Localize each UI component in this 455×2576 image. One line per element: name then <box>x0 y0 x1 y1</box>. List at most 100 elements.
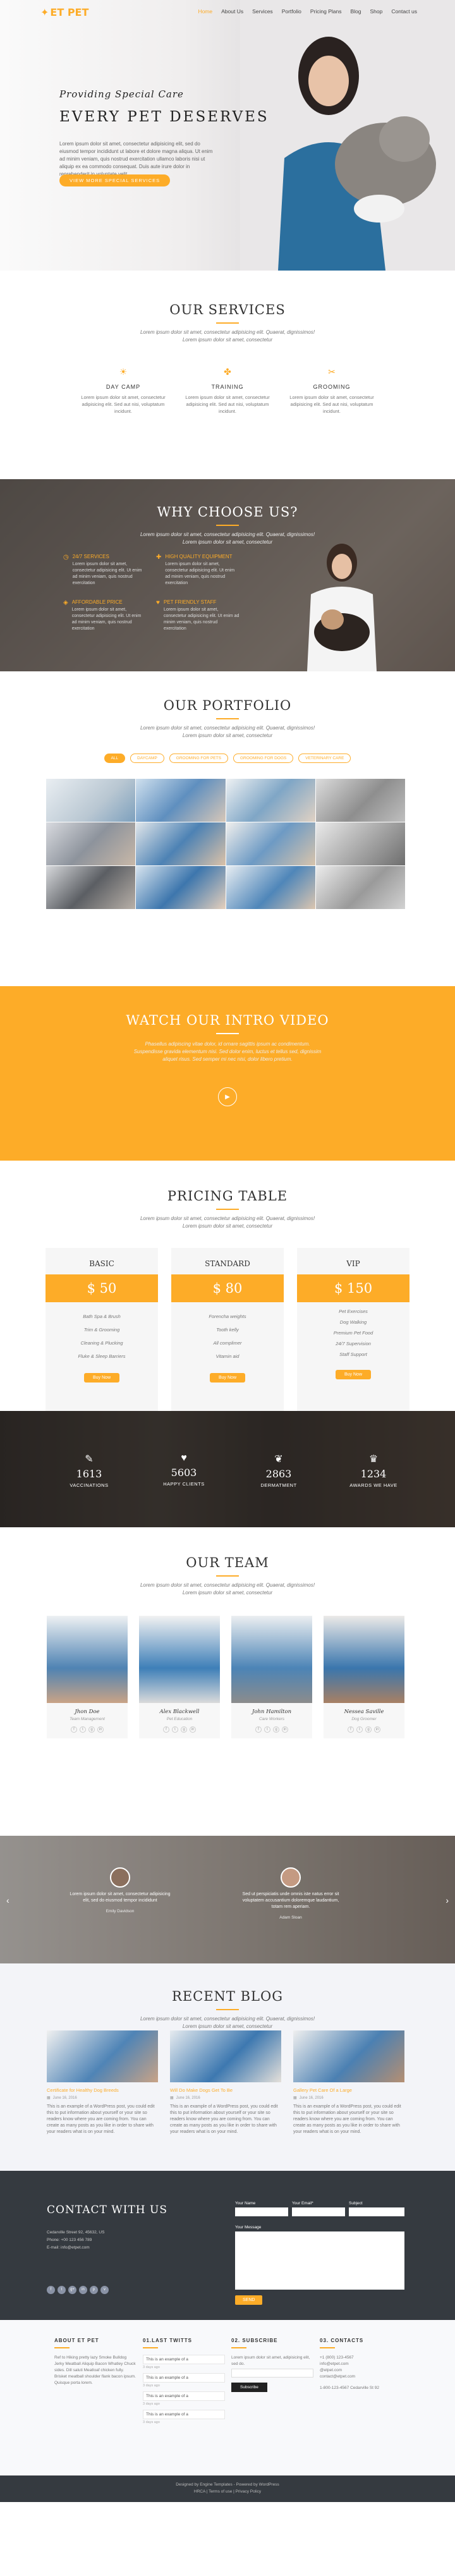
google-icon[interactable]: g <box>273 1726 279 1733</box>
footer-about-title: ABOUT ET PET <box>54 2338 99 2343</box>
linkedin-icon[interactable]: in <box>79 2286 87 2294</box>
linkedin-icon[interactable]: in <box>282 1726 288 1733</box>
tweet-date: 3 days ago <box>143 2420 160 2424</box>
filter-veterinary[interactable]: VETERINARY CARE <box>298 754 351 763</box>
name-input[interactable] <box>235 2207 288 2216</box>
plan-feature: Pet Exercises <box>339 1309 368 1314</box>
linkedin-icon[interactable]: in <box>190 1726 196 1733</box>
facebook-icon[interactable]: f <box>47 2286 55 2294</box>
linkedin-icon[interactable]: in <box>97 1726 104 1733</box>
google-plus-icon[interactable]: g+ <box>68 2286 76 2294</box>
portfolio-image[interactable] <box>315 822 405 865</box>
pinterest-icon[interactable]: p <box>90 2286 98 2294</box>
legal-links[interactable]: HRCA | Terms of use | Privacy Policy <box>0 2489 455 2494</box>
nav-home[interactable]: Home <box>198 8 212 15</box>
service-item: ✂ GROOMING Lorem ipsum dolor sit amet, c… <box>284 367 379 415</box>
title-underline <box>216 1033 239 1034</box>
tweet-text[interactable]: This is an example of a <box>143 2355 225 2364</box>
blog-post-image[interactable] <box>293 2030 404 2082</box>
tweet-text[interactable]: This is an example of a <box>143 2391 225 2401</box>
nav-portfolio[interactable]: Portfolio <box>282 8 301 15</box>
chevron-right-icon[interactable]: › <box>446 1895 449 1905</box>
services-subtitle-2: Lorem ipsum dolor sit amet, consectetur <box>182 337 273 343</box>
service-title: DAY CAMP <box>106 384 141 390</box>
twitter-icon[interactable]: t <box>80 1726 86 1733</box>
filter-all[interactable]: ALL <box>104 754 126 763</box>
blog-post-title[interactable]: Gallery Pet Care Of a Large <box>293 2087 404 2093</box>
facebook-icon[interactable]: f <box>348 1726 354 1733</box>
filter-grooming-dogs[interactable]: GROOMING FOR DOGS <box>233 754 294 763</box>
portfolio-image[interactable] <box>226 866 315 909</box>
portfolio-image[interactable] <box>226 779 315 822</box>
team-member-name: Alex Blackwell <box>159 1709 200 1715</box>
blog-post-title[interactable]: Will Do Make Dogs Get To Be <box>170 2087 281 2093</box>
message-textarea[interactable] <box>235 2231 404 2290</box>
team-member-photo <box>139 1616 220 1703</box>
footer-tweets: 01.LAST TWITTS This is an example of a 3… <box>143 2338 225 2428</box>
testimonial-quote: Sed ut perspiciatis unde omnis iste natu… <box>242 1892 339 1909</box>
buy-now-button[interactable]: Buy Now <box>83 1373 119 1383</box>
nav-services[interactable]: Services <box>252 8 273 15</box>
portfolio-image[interactable] <box>136 779 226 822</box>
portfolio-image[interactable] <box>46 779 136 822</box>
nav-contact[interactable]: Contact us <box>391 8 417 15</box>
portfolio-image[interactable] <box>46 822 136 865</box>
portfolio-image[interactable] <box>315 866 405 909</box>
vet-with-dog-image <box>307 544 377 671</box>
blog-title: RECENT BLOG <box>172 1989 283 2004</box>
vimeo-icon[interactable]: v <box>100 2286 109 2294</box>
chevron-left-icon[interactable]: ‹ <box>6 1895 9 1905</box>
subject-input[interactable] <box>349 2207 404 2216</box>
tweet-text[interactable]: This is an example of a <box>143 2410 225 2419</box>
calendar-icon: ▦ <box>47 2096 51 2100</box>
team-member-card: John Hamilton Care Workers f t g in <box>231 1616 312 1738</box>
portfolio-image[interactable] <box>46 866 136 909</box>
plan-feature: Vitamin aid <box>215 1353 240 1359</box>
blog-post-image[interactable] <box>47 2030 158 2082</box>
services-section: OUR SERVICES Lorem ipsum dolor sit amet,… <box>0 271 455 479</box>
play-button[interactable]: ▶ <box>218 1087 237 1106</box>
medkit-icon: ✚ <box>156 554 162 561</box>
nav-pricing[interactable]: Pricing Plans <box>310 8 342 15</box>
nav-shop[interactable]: Shop <box>370 8 383 15</box>
email-input[interactable] <box>292 2207 345 2216</box>
portfolio-image[interactable] <box>226 822 315 865</box>
filter-daycamp[interactable]: DAYCAMP <box>130 754 164 763</box>
linkedin-icon[interactable]: in <box>374 1726 380 1733</box>
facebook-icon[interactable]: f <box>255 1726 262 1733</box>
twitter-icon[interactable]: t <box>58 2286 66 2294</box>
nav-blog[interactable]: Blog <box>350 8 361 15</box>
google-icon[interactable]: g <box>88 1726 95 1733</box>
subscribe-button[interactable]: Subscribe <box>231 2383 267 2392</box>
intro-video-section: WATCH OUR INTRO VIDEO Phasellus adipisci… <box>0 986 455 1161</box>
avatar <box>110 1867 130 1888</box>
twitter-icon[interactable]: t <box>356 1726 363 1733</box>
nav-about[interactable]: About Us <box>221 8 243 15</box>
plan-feature: Trim & Grooming <box>83 1327 120 1333</box>
portfolio-image[interactable] <box>315 779 405 822</box>
google-icon[interactable]: g <box>365 1726 372 1733</box>
buy-now-button[interactable]: Buy Now <box>335 1370 371 1379</box>
google-icon[interactable]: g <box>181 1726 187 1733</box>
plan-feature: Cleaning & Plucking <box>80 1340 123 1346</box>
pricing-plan-vip: VIP $ 150 Pet Exercises Dog Walking Prem… <box>297 1248 410 1422</box>
contact-details: Cedarville Street 92, 45632, US Phone: +… <box>47 2229 104 2252</box>
facebook-icon[interactable]: f <box>163 1726 169 1733</box>
pricing-plan-basic: BASIC $ 50 Bath Spa & Brush Trim & Groom… <box>46 1248 158 1422</box>
subscribe-email-input[interactable] <box>231 2369 313 2378</box>
team-member-name: Nessea Saville <box>344 1709 384 1715</box>
facebook-icon[interactable]: f <box>71 1726 77 1733</box>
portfolio-image[interactable] <box>136 822 226 865</box>
twitter-icon[interactable]: t <box>264 1726 270 1733</box>
blog-post-title[interactable]: Certificate for Healthy Dog Breeds <box>47 2087 158 2093</box>
twitter-icon[interactable]: t <box>172 1726 178 1733</box>
portfolio-image[interactable] <box>136 866 226 909</box>
hero-cta-button[interactable]: VIEW MORE SPECIAL SERVICES <box>59 174 171 186</box>
filter-grooming-pets[interactable]: GROOMING FOR PETS <box>169 754 228 763</box>
team-member-card: Alex Blackwell Pet Education f t g in <box>139 1616 220 1738</box>
send-button[interactable]: SEND <box>235 2295 263 2305</box>
tweet-text[interactable]: This is an example of a <box>143 2373 225 2383</box>
logo[interactable]: ✦ ET PET <box>40 6 88 18</box>
buy-now-button[interactable]: Buy Now <box>209 1373 245 1383</box>
blog-post-image[interactable] <box>170 2030 281 2082</box>
